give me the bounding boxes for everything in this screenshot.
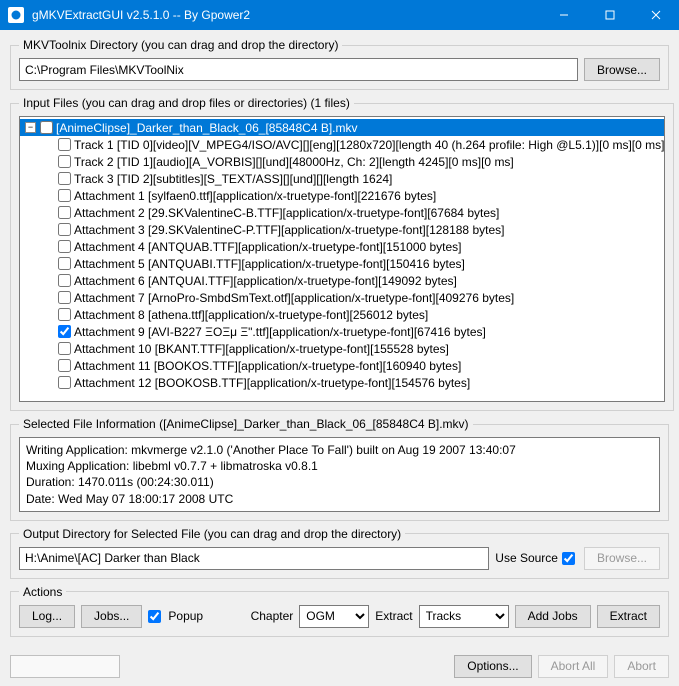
tree-item-label: Attachment 8 [athena.ttf][application/x-… [74, 308, 428, 322]
app-icon [8, 7, 24, 23]
tree-item-label: Attachment 12 [BOOKOSB.TTF][application/… [74, 376, 470, 390]
tree-item-label: Track 1 [TID 0][video][V_MPEG4/ISO/AVC][… [74, 138, 664, 152]
mkvtoolnix-dir-legend: MKVToolnix Directory (you can drag and d… [19, 38, 342, 52]
output-dir-group: Output Directory for Selected File (you … [10, 527, 669, 579]
titlebar: gMKVExtractGUI v2.5.1.0 -- By Gpower2 [0, 0, 679, 30]
tree-item-label: Attachment 7 [ArnoPro-SmbdSmText.otf][ap… [74, 291, 514, 305]
tree-root-label: [AnimeClipse]_Darker_than_Black_06_[8584… [56, 121, 358, 135]
file-info-line: Muxing Application: libebml v0.7.7 + lib… [26, 458, 653, 474]
tree-item[interactable]: Attachment 10 [BKANT.TTF][application/x-… [20, 340, 664, 357]
input-files-group: Input Files (you can drag and drop files… [10, 96, 674, 411]
add-jobs-button[interactable]: Add Jobs [515, 605, 591, 628]
tree-item-label: Attachment 4 [ANTQUAB.TTF][application/x… [74, 240, 462, 254]
actions-legend: Actions [19, 585, 66, 599]
file-info-group: Selected File Information ([AnimeClipse]… [10, 417, 669, 521]
tree-item-label: Attachment 11 [BOOKOS.TTF][application/x… [74, 359, 461, 373]
window-title: gMKVExtractGUI v2.5.1.0 -- By Gpower2 [32, 8, 541, 22]
tree-root-node[interactable]: [AnimeClipse]_Darker_than_Black_06_[8584… [20, 119, 664, 136]
minimize-button[interactable] [541, 0, 587, 30]
jobs-button[interactable]: Jobs... [81, 605, 142, 628]
tree-item-check[interactable] [58, 359, 71, 372]
tree-item-check[interactable] [58, 189, 71, 202]
tree-item-check[interactable] [58, 223, 71, 236]
tree-item-label: Attachment 2 [29.SKValentineC-B.TTF][app… [74, 206, 499, 220]
tree-item[interactable]: Attachment 2 [29.SKValentineC-B.TTF][app… [20, 204, 664, 221]
tree-item-check[interactable] [58, 138, 71, 151]
tree-item[interactable]: Attachment 8 [athena.ttf][application/x-… [20, 306, 664, 323]
abort-button: Abort [614, 655, 669, 678]
tree-item[interactable]: Attachment 11 [BOOKOS.TTF][application/x… [20, 357, 664, 374]
tree-item-check[interactable] [58, 376, 71, 389]
progress-placeholder [10, 655, 120, 678]
tree-item-check[interactable] [58, 172, 71, 185]
tree-item[interactable]: Track 1 [TID 0][video][V_MPEG4/ISO/AVC][… [20, 136, 664, 153]
output-browse-button: Browse... [584, 547, 660, 570]
tree-item[interactable]: Attachment 6 [ANTQUAI.TTF][application/x… [20, 272, 664, 289]
output-dir-legend: Output Directory for Selected File (you … [19, 527, 405, 541]
tree-item[interactable]: Attachment 5 [ANTQUABI.TTF][application/… [20, 255, 664, 272]
tree-item-check[interactable] [58, 257, 71, 270]
popup-checkbox[interactable]: Popup [148, 609, 203, 623]
popup-label: Popup [168, 609, 203, 623]
tree-item-label: Attachment 3 [29.SKValentineC-P.TTF][app… [74, 223, 504, 237]
log-button[interactable]: Log... [19, 605, 75, 628]
tree-item-label: Attachment 1 [sylfaen0.ttf][application/… [74, 189, 436, 203]
popup-check[interactable] [148, 610, 161, 623]
mkvtoolnix-dir-group: MKVToolnix Directory (you can drag and d… [10, 38, 669, 90]
extract-button[interactable]: Extract [597, 605, 660, 628]
tree-item[interactable]: Track 2 [TID 1][audio][A_VORBIS][][und][… [20, 153, 664, 170]
mkvtoolnix-dir-input[interactable] [19, 58, 578, 81]
maximize-button[interactable] [587, 0, 633, 30]
output-dir-input[interactable] [19, 547, 489, 570]
tree-item-label: Track 3 [TID 2][subtitles][S_TEXT/ASS][]… [74, 172, 392, 186]
tree-item-check[interactable] [58, 342, 71, 355]
tree-item-check[interactable] [58, 240, 71, 253]
use-source-checkbox[interactable]: Use Source [495, 551, 578, 565]
bottom-bar: Options... Abort All Abort [0, 651, 679, 686]
tree-item[interactable]: Attachment 9 [AVI-B227 ΞΟΞμ Ξ".ttf][appl… [20, 323, 664, 340]
use-source-label: Use Source [495, 551, 558, 565]
tree-item[interactable]: Attachment 1 [sylfaen0.ttf][application/… [20, 187, 664, 204]
options-button[interactable]: Options... [454, 655, 531, 678]
tree-item-label: Attachment 5 [ANTQUABI.TTF][application/… [74, 257, 465, 271]
chapter-select[interactable]: OGM [299, 605, 369, 628]
tree-item-check[interactable] [58, 325, 71, 338]
file-info-line: Duration: 1470.011s (00:24:30.011) [26, 474, 653, 490]
abort-all-button: Abort All [538, 655, 609, 678]
input-files-legend: Input Files (you can drag and drop files… [19, 96, 354, 110]
actions-group: Actions Log... Jobs... Popup Chapter OGM… [10, 585, 669, 637]
tree-item-label: Attachment 10 [BKANT.TTF][application/x-… [74, 342, 449, 356]
use-source-check[interactable] [562, 552, 575, 565]
tree-item-check[interactable] [58, 155, 71, 168]
extract-mode-select[interactable]: Tracks [419, 605, 509, 628]
file-info-box: Writing Application: mkvmerge v2.1.0 ('A… [19, 437, 660, 512]
extract-mode-label: Extract [375, 609, 412, 623]
tree-item[interactable]: Track 3 [TID 2][subtitles][S_TEXT/ASS][]… [20, 170, 664, 187]
tree-item[interactable]: Attachment 3 [29.SKValentineC-P.TTF][app… [20, 221, 664, 238]
tree-item-label: Attachment 6 [ANTQUAI.TTF][application/x… [74, 274, 457, 288]
tree-item-label: Attachment 9 [AVI-B227 ΞΟΞμ Ξ".ttf][appl… [74, 325, 486, 339]
expander-icon[interactable] [25, 122, 36, 133]
tree-item-check[interactable] [58, 274, 71, 287]
tree-root-check[interactable] [40, 121, 53, 134]
file-info-line: Writing Application: mkvmerge v2.1.0 ('A… [26, 442, 653, 458]
file-info-line: Date: Wed May 07 18:00:17 2008 UTC [26, 491, 653, 507]
mkvtoolnix-browse-button[interactable]: Browse... [584, 58, 660, 81]
tree-item-check[interactable] [58, 206, 71, 219]
tree-item-check[interactable] [58, 308, 71, 321]
tree-item[interactable]: Attachment 12 [BOOKOSB.TTF][application/… [20, 374, 664, 391]
tree-item-check[interactable] [58, 291, 71, 304]
file-info-legend: Selected File Information ([AnimeClipse]… [19, 417, 473, 431]
close-button[interactable] [633, 0, 679, 30]
chapter-label: Chapter [251, 609, 294, 623]
tree-item[interactable]: Attachment 7 [ArnoPro-SmbdSmText.otf][ap… [20, 289, 664, 306]
input-files-tree[interactable]: [AnimeClipse]_Darker_than_Black_06_[8584… [19, 116, 665, 402]
tree-item-label: Track 2 [TID 1][audio][A_VORBIS][][und][… [74, 155, 514, 169]
tree-item[interactable]: Attachment 4 [ANTQUAB.TTF][application/x… [20, 238, 664, 255]
